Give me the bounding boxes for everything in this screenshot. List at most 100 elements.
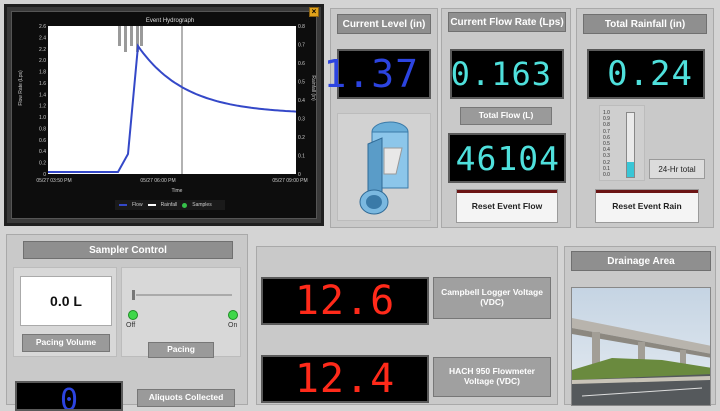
drainage-area-panel: Drainage Area	[564, 246, 716, 406]
y-left-tick-label: 0.4	[39, 149, 46, 155]
y-left-axis-label: Flow Rate (Lps)	[18, 70, 24, 106]
y-left-tick-label: 2.0	[39, 58, 46, 64]
flume-sensor-icon	[359, 121, 409, 215]
total-flow-label: Total Flow (L)	[460, 107, 552, 125]
drainage-area-photo	[571, 287, 711, 406]
y-left-tick-label: 1.4	[39, 92, 46, 98]
pacing-slider-handle[interactable]	[132, 290, 135, 300]
gauge-tick-label: 0.8	[603, 122, 610, 129]
current-flow-title: Current Flow Rate (Lps)	[448, 12, 566, 32]
switch-on-label: On	[228, 322, 238, 329]
y-left-tick-label: 2.2	[39, 47, 46, 53]
y-right-tick-label: 0.6	[298, 61, 305, 67]
aliquots-value: 0	[59, 383, 79, 411]
24hr-total-label: 24-Hr total	[658, 164, 696, 174]
y-left-tick-label: 1.2	[39, 104, 46, 110]
legend-rainfall-swatch	[147, 204, 156, 206]
total-rainfall-panel: Total Rainfall (in) 0.24 1.0 0.9 0.8 0.7 0.6…	[576, 8, 714, 228]
rainfall-bar	[140, 26, 143, 46]
total-rainfall-title: Total Rainfall (in)	[583, 14, 707, 34]
y-right-tick-label: 0.4	[298, 98, 305, 104]
pacing-volume-label: Pacing Volume	[22, 334, 110, 352]
y-right-tick-label: 0.2	[298, 135, 305, 141]
gauge-tick-label: 1.0	[603, 110, 610, 116]
y-left-tick-label: 1.6	[39, 81, 46, 87]
button-accent	[596, 190, 698, 193]
gauge-tick-label: 0.4	[603, 147, 610, 154]
current-level-display: 1.37	[323, 49, 431, 99]
y-left-tick-label: 2.6	[39, 24, 46, 30]
gauge-tick-label: 0.0	[603, 172, 610, 178]
hydrograph-panel: Event Hydrograph Flow Rate (Lps) Rainfal…	[4, 4, 324, 226]
pacing-button-label: Pacing	[167, 344, 195, 355]
y-left-tick-label: 1.8	[39, 70, 46, 76]
switch-off-label: Off	[126, 322, 136, 329]
gauge-tick-label: 0.2	[603, 159, 610, 166]
y-right-tick-label: 0.7	[298, 43, 305, 49]
rain-gauge-fill	[627, 161, 634, 177]
voltage-panel: 12.6 Campbell Logger Voltage (VDC) 12.4 …	[256, 246, 558, 405]
campbell-voltage-display: 12.6	[261, 277, 429, 325]
current-flow-display: 0.163	[450, 49, 564, 99]
plot-area	[48, 26, 296, 174]
pacing-volume-group: 0.0 L Pacing Volume	[13, 267, 117, 357]
drainage-area-title: Drainage Area	[571, 251, 711, 271]
gauge-tick-label: 0.3	[603, 153, 610, 160]
hydrograph-svg: Event Hydrograph Flow Rate (Lps) Rainfal…	[18, 18, 316, 194]
y-right-tick-label: 0.3	[298, 117, 305, 123]
hach-voltage-label: HACH 950 Flowmeter Voltage (VDC)	[433, 357, 551, 397]
rainfall-bar	[130, 26, 133, 46]
current-flow-panel: Current Flow Rate (Lps) 0.163 Total Flow…	[441, 8, 571, 228]
rainfall-bar	[124, 26, 127, 52]
x-tick-label: 05/27 03:50 PM	[36, 178, 71, 184]
pacing-slider-track[interactable]	[136, 294, 232, 296]
reset-event-flow-button[interactable]: Reset Event Flow	[456, 189, 558, 223]
sampler-control-panel: Sampler Control 0.0 L Pacing Volume Off …	[6, 234, 248, 411]
pacing-switch-group: Off On Pacing	[121, 267, 241, 358]
reset-event-rain-label: Reset Event Rain	[612, 201, 682, 211]
button-accent	[457, 190, 557, 193]
rain-gauge-tube	[626, 112, 635, 178]
y-right-tick-label: 0.1	[298, 154, 305, 160]
total-flow-display: 46104	[448, 133, 566, 183]
gauge-tick-label: 0.7	[603, 128, 610, 135]
y-right-tick-label: 0.8	[298, 24, 305, 30]
legend-rainfall: Rainfall	[160, 202, 178, 208]
reset-event-rain-button[interactable]: Reset Event Rain	[595, 189, 699, 223]
close-icon[interactable]: ×	[309, 7, 319, 17]
y-left-tick-label: 1.0	[39, 115, 46, 121]
hydrograph-chart: Event Hydrograph Flow Rate (Lps) Rainfal…	[11, 11, 317, 219]
gauge-tick-label: 0.6	[603, 134, 610, 141]
gauge-tick-label: 0.9	[603, 116, 610, 123]
rain-gauge: 1.0 0.9 0.8 0.7 0.6 0.5 0.4 0.3 0.2 0.1 0.0	[599, 105, 645, 181]
legend-bar: Flow Rainfall Samples	[115, 200, 225, 210]
current-level-panel: Current Level (in) 1.37	[323, 8, 438, 228]
aliquots-display: 0	[15, 381, 123, 411]
gauge-tick-label: 0.5	[603, 141, 610, 147]
y-left-tick-label: 0.6	[39, 138, 46, 144]
y-right-axis-label: Rainfall (in)	[310, 75, 316, 101]
x-axis-label: Time	[172, 188, 183, 194]
legend-samples-swatch	[182, 202, 188, 208]
total-rainfall-display: 0.24	[587, 49, 705, 99]
x-tick-label: 05/27 06:00 PM	[140, 178, 175, 184]
gauge-tick-label: 0.1	[603, 165, 610, 172]
chart-title: Event Hydrograph	[146, 18, 194, 24]
pacing-button[interactable]: Pacing	[148, 342, 214, 358]
rainfall-bar	[118, 26, 121, 46]
campbell-voltage-label: Campbell Logger Voltage (VDC)	[433, 277, 551, 319]
legend-samples: Samples	[192, 202, 212, 208]
y-left-tick-label: 0.8	[39, 126, 46, 132]
reset-event-flow-label: Reset Event Flow	[471, 201, 543, 211]
legend-flow: Flow	[132, 202, 143, 208]
pacing-volume-display: 0.0 L	[20, 276, 112, 326]
x-tick-label: 05/27 09:00 PM	[272, 178, 307, 184]
off-indicator-led[interactable]	[128, 310, 138, 320]
24hr-total-button[interactable]: 24-Hr total	[649, 159, 705, 179]
aliquots-collected-label: Aliquots Collected	[137, 389, 235, 407]
y-left-tick-label: 2.4	[39, 35, 46, 41]
sampler-control-title: Sampler Control	[23, 241, 233, 259]
y-left-tick-label: 0.2	[39, 161, 46, 167]
sensor-image	[337, 113, 431, 221]
on-indicator-led[interactable]	[228, 310, 238, 320]
